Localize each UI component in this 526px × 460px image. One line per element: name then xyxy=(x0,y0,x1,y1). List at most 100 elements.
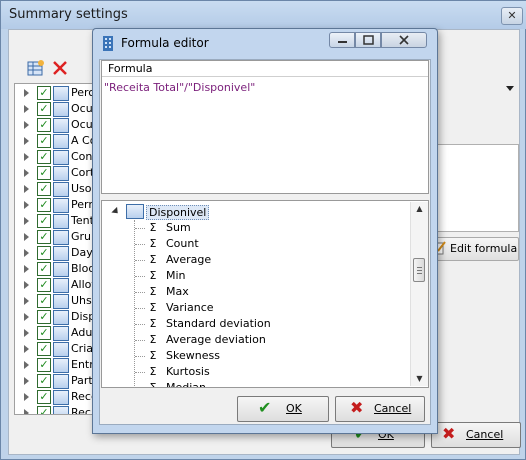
window-close-button[interactable]: ✕ xyxy=(501,7,523,25)
chevron-down-icon[interactable] xyxy=(506,86,514,91)
formula-input[interactable]: "Receita Total"/"Disponivel" xyxy=(104,81,255,94)
field-checkbox[interactable]: ✓ xyxy=(37,390,51,404)
collapsed-arrow-icon[interactable] xyxy=(24,169,29,177)
field-checkbox[interactable]: ✓ xyxy=(37,182,51,196)
collapsed-arrow-icon[interactable] xyxy=(24,409,29,414)
field-row[interactable]: ✓Corte xyxy=(15,165,95,181)
field-checkbox[interactable]: ✓ xyxy=(37,150,51,164)
panel-splitter[interactable] xyxy=(101,195,429,199)
collapsed-arrow-icon[interactable] xyxy=(24,185,29,193)
collapsed-arrow-icon[interactable] xyxy=(24,329,29,337)
field-row[interactable]: ✓Tenta xyxy=(15,213,95,229)
minimize-button[interactable] xyxy=(329,32,355,48)
collapsed-arrow-icon[interactable] xyxy=(24,153,29,161)
scroll-down-arrow-icon[interactable]: ▼ xyxy=(411,372,428,386)
collapsed-arrow-icon[interactable] xyxy=(24,89,29,97)
sigma-icon: Σ xyxy=(149,285,157,298)
expanded-arrow-icon[interactable] xyxy=(111,206,121,217)
scroll-up-arrow-icon[interactable]: ▲ xyxy=(411,202,428,216)
field-checkbox[interactable]: ✓ xyxy=(37,198,51,212)
cancel-button-background[interactable]: ✖ Cancel xyxy=(431,422,521,448)
formula-header: Formula xyxy=(102,61,428,77)
collapsed-arrow-icon[interactable] xyxy=(24,121,29,129)
table-icon xyxy=(126,204,144,219)
collapsed-arrow-icon[interactable] xyxy=(24,281,29,289)
field-checkbox[interactable]: ✓ xyxy=(37,294,51,308)
field-row[interactable]: ✓Entra xyxy=(15,357,95,373)
field-row[interactable]: ✓ Conf xyxy=(15,149,95,165)
edit-formula-label: Edit formula xyxy=(450,242,518,255)
collapsed-arrow-icon[interactable] xyxy=(24,345,29,353)
field-checkbox[interactable]: ✓ xyxy=(37,326,51,340)
field-checkbox[interactable]: ✓ xyxy=(37,278,51,292)
collapsed-arrow-icon[interactable] xyxy=(24,313,29,321)
tree-connector xyxy=(135,340,145,341)
field-row[interactable]: ✓ Rec xyxy=(15,405,95,415)
ok-label: OK xyxy=(286,402,302,415)
field-row[interactable]: ✓ Parti xyxy=(15,373,95,389)
field-checkbox[interactable]: ✓ xyxy=(37,230,51,244)
table-icon xyxy=(53,374,69,389)
field-checkbox[interactable]: ✓ xyxy=(37,134,51,148)
field-checkbox[interactable]: ✓ xyxy=(37,310,51,324)
field-row[interactable]: ✓ Uso xyxy=(15,181,95,197)
field-checkbox[interactable]: ✓ xyxy=(37,118,51,132)
collapsed-arrow-icon[interactable] xyxy=(24,377,29,385)
field-row[interactable]: ✓ Day xyxy=(15,245,95,261)
collapsed-arrow-icon[interactable] xyxy=(24,393,29,401)
table-icon xyxy=(53,310,69,325)
field-row[interactable]: ✓ Bloq xyxy=(15,261,95,277)
field-row[interactable]: ✓ Adul xyxy=(15,325,95,341)
sigma-icon: Σ xyxy=(149,221,157,234)
collapsed-arrow-icon[interactable] xyxy=(24,105,29,113)
field-checkbox[interactable]: ✓ xyxy=(37,214,51,228)
field-row[interactable]: ✓Ocup xyxy=(15,101,95,117)
field-row[interactable]: ✓ A Co xyxy=(15,133,95,149)
field-row[interactable]: ✓ Uhs xyxy=(15,293,95,309)
field-row[interactable]: ✓ Grup xyxy=(15,229,95,245)
sigma-icon: Σ xyxy=(149,333,157,346)
collapsed-arrow-icon[interactable] xyxy=(24,217,29,225)
collapsed-arrow-icon[interactable] xyxy=(24,233,29,241)
field-checkbox[interactable]: ✓ xyxy=(37,246,51,260)
field-row[interactable]: ✓ Disp xyxy=(15,309,95,325)
maximize-button[interactable] xyxy=(355,32,381,48)
table-icon xyxy=(53,182,69,197)
field-row[interactable]: ✓Perm xyxy=(15,197,95,213)
collapsed-arrow-icon[interactable] xyxy=(24,361,29,369)
dialog-close-button[interactable] xyxy=(381,32,427,48)
field-checkbox[interactable]: ✓ xyxy=(37,358,51,372)
table-icon xyxy=(53,230,69,245)
field-checkbox[interactable]: ✓ xyxy=(37,86,51,100)
scrollbar-thumb[interactable] xyxy=(413,258,425,282)
fields-tree[interactable]: ✓Perc✓Ocup✓Ocup✓A Co✓Conf✓Corte✓Uso✓Perm… xyxy=(14,83,96,415)
field-checkbox[interactable]: ✓ xyxy=(37,102,51,116)
description-box[interactable] xyxy=(433,144,519,232)
field-checkbox[interactable]: ✓ xyxy=(37,166,51,180)
field-row[interactable]: ✓ Perc xyxy=(15,85,95,101)
field-row[interactable]: ✓ Allot xyxy=(15,277,95,293)
field-checkbox[interactable]: ✓ xyxy=(37,342,51,356)
collapsed-arrow-icon[interactable] xyxy=(24,137,29,145)
collapsed-arrow-icon[interactable] xyxy=(24,297,29,305)
vertical-scrollbar[interactable]: ▲ ▼ xyxy=(410,202,428,386)
function-tree[interactable]: Disponivel Σ Sum Σ Count Σ Average Σ Min Σ Max Σ Va… xyxy=(101,200,429,388)
field-checkbox[interactable]: ✓ xyxy=(37,406,51,414)
field-row[interactable]: ✓Ocup xyxy=(15,117,95,133)
cancel-button[interactable]: ✖ Cancel xyxy=(335,396,425,422)
collapsed-arrow-icon[interactable] xyxy=(24,201,29,209)
ok-button[interactable]: ✔ OK xyxy=(237,396,329,422)
cancel-label: Cancel xyxy=(374,402,412,415)
function-label: Count xyxy=(166,237,199,250)
function-label: Min xyxy=(166,269,186,282)
field-row[interactable]: ✓Crian xyxy=(15,341,95,357)
delete-x-icon[interactable] xyxy=(51,59,71,79)
collapsed-arrow-icon[interactable] xyxy=(24,265,29,273)
field-label: Rec xyxy=(71,406,91,415)
add-table-icon[interactable] xyxy=(27,59,47,79)
edit-formula-button[interactable]: Edit formula xyxy=(429,237,519,261)
collapsed-arrow-icon[interactable] xyxy=(24,249,29,257)
field-row[interactable]: ✓ Rece xyxy=(15,389,95,405)
field-checkbox[interactable]: ✓ xyxy=(37,374,51,388)
field-checkbox[interactable]: ✓ xyxy=(37,262,51,276)
